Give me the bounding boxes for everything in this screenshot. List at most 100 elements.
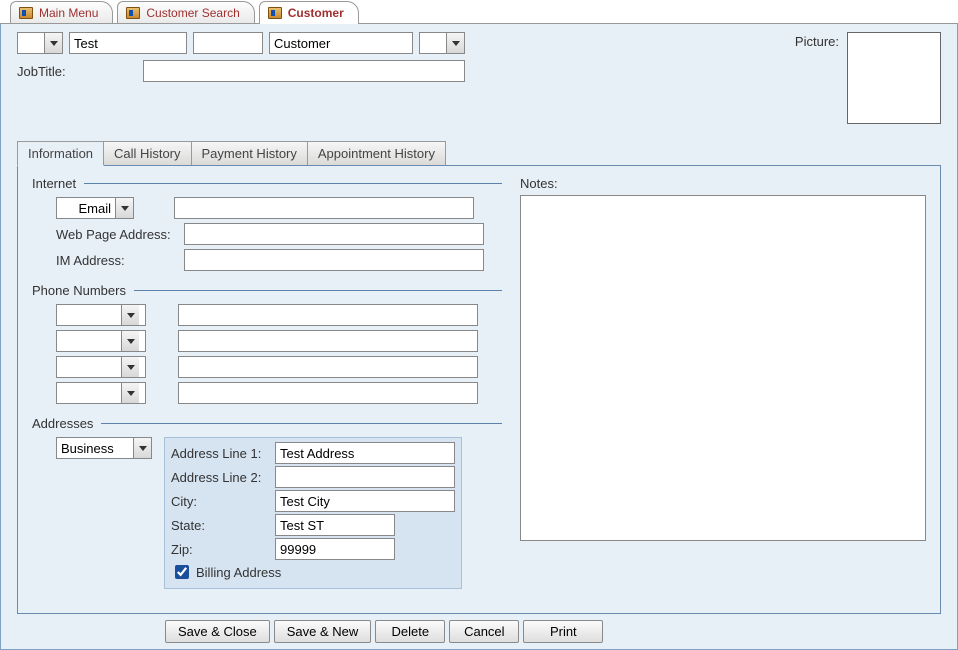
suffix-input[interactable] bbox=[420, 33, 446, 53]
chevron-down-icon bbox=[127, 391, 135, 396]
dropdown-button[interactable] bbox=[121, 305, 139, 325]
button-label: Print bbox=[550, 624, 577, 639]
address-detail-box: Address Line 1: Address Line 2: City: bbox=[164, 437, 462, 589]
address-type-input[interactable] bbox=[57, 438, 133, 458]
email-type-input[interactable] bbox=[57, 198, 115, 218]
window-tab-customer[interactable]: Customer bbox=[259, 1, 359, 23]
chevron-down-icon bbox=[127, 365, 135, 370]
dropdown-button[interactable] bbox=[121, 357, 139, 377]
tab-label: Information bbox=[28, 146, 93, 161]
addr-state-input[interactable] bbox=[275, 514, 395, 536]
tab-label: Payment History bbox=[202, 146, 297, 161]
jobtitle-input[interactable] bbox=[143, 60, 465, 82]
phone-type-input[interactable] bbox=[57, 383, 121, 403]
prefix-input[interactable] bbox=[18, 33, 44, 53]
window-tab-customer-search[interactable]: Customer Search bbox=[117, 1, 254, 23]
phone-group: Phone Numbers bbox=[32, 283, 502, 404]
button-label: Save & Close bbox=[178, 624, 257, 639]
dropdown-button[interactable] bbox=[446, 33, 464, 53]
phone-row bbox=[56, 304, 502, 326]
group-label: Addresses bbox=[32, 416, 93, 431]
chevron-down-icon bbox=[452, 41, 460, 46]
suffix-combo[interactable] bbox=[419, 32, 465, 54]
email-type-combo[interactable] bbox=[56, 197, 134, 219]
jobtitle-label: JobTitle: bbox=[17, 64, 135, 79]
addr-line1-label: Address Line 1: bbox=[171, 446, 271, 461]
billing-address-checkbox[interactable] bbox=[175, 565, 189, 579]
phone-number-input[interactable] bbox=[178, 382, 478, 404]
notes-label: Notes: bbox=[520, 176, 926, 191]
tab-information[interactable]: Information bbox=[17, 141, 104, 166]
phone-row bbox=[56, 382, 502, 404]
window-tab-main-menu[interactable]: Main Menu bbox=[10, 1, 113, 23]
print-button[interactable]: Print bbox=[523, 620, 603, 643]
addr-line1-input[interactable] bbox=[275, 442, 455, 464]
tab-label: Appointment History bbox=[318, 146, 435, 161]
form-icon bbox=[19, 7, 33, 19]
group-label: Phone Numbers bbox=[32, 283, 126, 298]
last-name-input[interactable] bbox=[269, 32, 413, 54]
web-label: Web Page Address: bbox=[56, 227, 178, 242]
prefix-combo[interactable] bbox=[17, 32, 63, 54]
tab-appointment-history[interactable]: Appointment History bbox=[308, 141, 446, 166]
button-label: Delete bbox=[392, 624, 430, 639]
window-tab-label: Customer Search bbox=[146, 6, 239, 20]
dropdown-button[interactable] bbox=[44, 33, 62, 53]
tab-page-information: Internet Web Page Address: bbox=[17, 165, 941, 614]
chevron-down-icon bbox=[127, 313, 135, 318]
tab-label: Call History bbox=[114, 146, 180, 161]
tab-payment-history[interactable]: Payment History bbox=[192, 141, 308, 166]
button-label: Save & New bbox=[287, 624, 359, 639]
inner-tab-strip: Information Call History Payment History… bbox=[17, 140, 941, 165]
form-icon bbox=[126, 7, 140, 19]
address-group: Addresses Address Line 1: bbox=[32, 416, 502, 589]
first-name-input[interactable] bbox=[69, 32, 187, 54]
email-input[interactable] bbox=[174, 197, 474, 219]
window-tab-label: Main Menu bbox=[39, 6, 98, 20]
phone-number-input[interactable] bbox=[178, 304, 478, 326]
im-label: IM Address: bbox=[56, 253, 178, 268]
billing-address-label: Billing Address bbox=[196, 565, 281, 580]
addr-line2-input[interactable] bbox=[275, 466, 455, 488]
cancel-button[interactable]: Cancel bbox=[449, 620, 519, 643]
chevron-down-icon bbox=[127, 339, 135, 344]
phone-type-combo[interactable] bbox=[56, 382, 146, 404]
phone-row bbox=[56, 356, 502, 378]
dropdown-button[interactable] bbox=[121, 383, 139, 403]
save-close-button[interactable]: Save & Close bbox=[165, 620, 270, 643]
picture-box[interactable] bbox=[847, 32, 941, 124]
dropdown-button[interactable] bbox=[133, 438, 151, 458]
phone-type-input[interactable] bbox=[57, 305, 121, 325]
tab-call-history[interactable]: Call History bbox=[104, 141, 191, 166]
addr-state-label: State: bbox=[171, 518, 271, 533]
phone-type-combo[interactable] bbox=[56, 304, 146, 326]
phone-number-input[interactable] bbox=[178, 330, 478, 352]
customer-form-panel: JobTitle: Picture: Information Call Hist… bbox=[0, 24, 958, 650]
dropdown-button[interactable] bbox=[121, 331, 139, 351]
phone-type-combo[interactable] bbox=[56, 330, 146, 352]
chevron-down-icon bbox=[139, 446, 147, 451]
internet-group: Internet Web Page Address: bbox=[32, 176, 502, 271]
middle-name-input[interactable] bbox=[193, 32, 263, 54]
picture-label: Picture: bbox=[795, 32, 839, 124]
save-new-button[interactable]: Save & New bbox=[274, 620, 372, 643]
phone-type-combo[interactable] bbox=[56, 356, 146, 378]
window-tab-label: Customer bbox=[288, 6, 344, 20]
group-label: Internet bbox=[32, 176, 76, 191]
phone-type-input[interactable] bbox=[57, 331, 121, 351]
notes-textarea[interactable] bbox=[520, 195, 926, 541]
address-type-combo[interactable] bbox=[56, 437, 152, 459]
divider bbox=[101, 423, 502, 424]
im-input[interactable] bbox=[184, 249, 484, 271]
addr-city-input[interactable] bbox=[275, 490, 455, 512]
dropdown-button[interactable] bbox=[115, 198, 133, 218]
addr-line2-label: Address Line 2: bbox=[171, 470, 271, 485]
delete-button[interactable]: Delete bbox=[375, 620, 445, 643]
divider bbox=[134, 290, 502, 291]
phone-number-input[interactable] bbox=[178, 356, 478, 378]
button-label: Cancel bbox=[464, 624, 504, 639]
divider bbox=[84, 183, 502, 184]
web-input[interactable] bbox=[184, 223, 484, 245]
addr-zip-input[interactable] bbox=[275, 538, 395, 560]
phone-type-input[interactable] bbox=[57, 357, 121, 377]
